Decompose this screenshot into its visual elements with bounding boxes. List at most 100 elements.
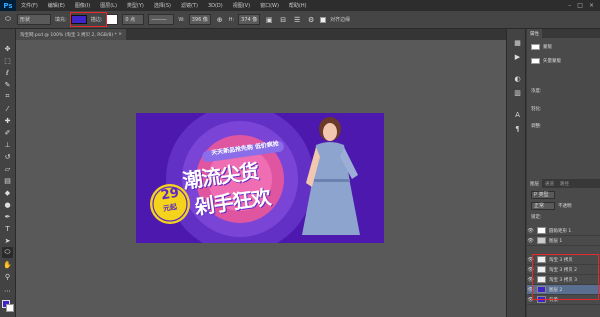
tab-paths[interactable]: 路径 [557,179,572,188]
path-alignment-icon[interactable]: ⊟ [278,15,288,25]
brush-tool-icon[interactable]: ✐ [2,127,13,138]
move-tool-icon[interactable]: ✥ [2,43,13,54]
stroke-type-select[interactable]: ――― [148,14,175,25]
healing-brush-tool-icon[interactable]: ✚ [2,115,13,126]
document-tab[interactable]: 淘宝网.psd @ 100% (淘宝 3 拷贝 2, RGB/8) * × [16,29,127,40]
refine-label: 调整: [531,124,542,129]
eraser-tool-icon[interactable]: ▱ [2,163,13,174]
layer-thumbnail [537,237,546,244]
swatches-panel-icon[interactable]: ▥ [512,87,523,98]
width-field[interactable]: 396 像 [188,14,211,25]
menu-bar: Ps 文件(F) 编辑(E) 图像(I) 图层(L) 类型(Y) 选择(S) 滤… [0,0,600,11]
model-face [323,123,337,141]
blend-mode-select[interactable]: 正常 [531,201,555,210]
width-label: W: [178,16,185,23]
tab-properties[interactable]: 属性 [527,29,542,38]
eye-icon[interactable]: 👁 [527,228,534,234]
menu-file[interactable]: 文件(F) [16,2,43,9]
eye-icon[interactable]: 👁 [527,238,534,244]
lock-label: 锁定: [531,214,542,220]
menu-layer[interactable]: 图层(L) [95,2,122,9]
ellipse-tool-icon[interactable]: ⬭ [3,15,13,25]
vector-mask-row[interactable]: 矢量蒙版 [527,54,600,68]
eyedropper-tool-icon[interactable]: ⁄ [2,103,13,114]
shape-mode-select[interactable]: 形状 [17,14,51,25]
layer-name: 圆角矩形 1 [549,228,572,234]
menu-filter[interactable]: 滤镜(T) [176,2,203,9]
stamp-tool-icon[interactable]: ⊥ [2,139,13,150]
history-brush-tool-icon[interactable]: ↺ [2,151,13,162]
stroke-width-field[interactable]: 0 点 [122,14,145,25]
minimize-button[interactable]: – [568,2,571,9]
panel-icon-bar: ▦ ▶ ◐ ▥ A ¶ [506,29,526,317]
more-tools-icon[interactable]: ⋯ [2,285,13,296]
quick-select-tool-icon[interactable]: ✎ [2,79,13,90]
background-color-swatch[interactable] [6,304,14,312]
opacity-label: 不透明 [558,203,572,209]
blur-tool-icon[interactable]: ◆ [2,187,13,198]
gradient-tool-icon[interactable]: ▤ [2,175,13,186]
layer-row[interactable]: 👁 圆角矩形 1 [527,226,600,236]
menu-3d[interactable]: 3D(D) [203,3,228,9]
path-operations-icon[interactable]: ▣ [264,15,274,25]
path-arrangement-icon[interactable]: ☰ [292,15,302,25]
menu-window[interactable]: 窗口(W) [255,2,284,9]
layer-row[interactable]: 👁 图层 1 [527,236,600,246]
fill-label: 填充: [55,17,67,23]
crop-tool-icon[interactable]: ⌗ [2,91,13,102]
document-tab-bar: 淘宝网.psd @ 100% (淘宝 3 拷贝 2, RGB/8) * × [16,29,506,40]
fill-highlight-box [70,12,107,27]
ellipse-shape-tool-icon[interactable]: ⬭ [2,247,13,258]
layers-highlight-box [532,254,599,300]
align-edges-label: 对齐边缘 [330,17,351,23]
height-label: H: [228,16,235,23]
mask-thumbnail [531,44,540,50]
blend-row: 正常 不透明 [527,201,600,210]
mask-label: 蒙版 [543,45,552,50]
document-tab-label: 淘宝网.psd @ 100% (淘宝 3 拷贝 2, RGB/8) * [20,32,117,38]
hand-tool-icon[interactable]: ✋ [2,259,13,270]
maximize-button[interactable]: □ [577,2,583,9]
settings-gear-icon[interactable]: ⚙ [306,15,316,25]
menu-edit[interactable]: 编辑(E) [43,2,70,9]
layer-name: 图层 1 [549,238,563,244]
banner-artwork[interactable]: 天天新品抢先购 低价疯抢 潮流尖货 剁手狂欢 29 元起 [136,113,384,243]
pen-tool-icon[interactable]: ✒ [2,211,13,222]
stroke-color-swatch[interactable] [106,14,119,25]
properties-panel-header: 属性 [527,29,600,38]
lasso-tool-icon[interactable]: ℓ [2,67,13,78]
density-label: 浓度: [531,89,542,94]
vector-mask-label: 矢量蒙版 [543,59,561,64]
paragraph-panel-icon[interactable]: ¶ [512,123,523,134]
history-panel-icon[interactable]: ▦ [512,37,523,48]
menu-select[interactable]: 选择(S) [149,2,176,9]
menu-view[interactable]: 视图(V) [228,2,255,9]
tab-layers[interactable]: 图层 [527,179,542,188]
align-edges-checkbox[interactable] [320,16,327,23]
path-select-tool-icon[interactable]: ➤ [2,235,13,246]
type-tool-icon[interactable]: T [2,223,13,234]
feather-row[interactable]: 羽化: [527,100,600,118]
feather-label: 羽化: [531,107,542,112]
link-icon[interactable]: ⊕ [215,15,225,25]
actions-panel-icon[interactable]: ▶ [512,51,523,62]
close-button[interactable]: × [589,2,594,9]
layer-kind-select[interactable]: P 类型 [531,190,555,199]
refine-row[interactable]: 调整: [527,118,600,134]
layer-filter-row: P 类型 [527,190,600,199]
mask-row[interactable]: 蒙版 [527,40,600,54]
marquee-tool-icon[interactable]: ⬚ [2,55,13,66]
density-row[interactable]: 浓度: [527,82,600,100]
menu-type[interactable]: 类型(Y) [122,2,149,9]
height-field[interactable]: 374 像 [238,14,261,25]
menu-help[interactable]: 帮助(H) [284,2,312,9]
tab-channels[interactable]: 通道 [542,179,557,188]
lock-row: 锁定: [527,212,600,221]
vector-mask-thumbnail [531,58,540,64]
close-tab-icon[interactable]: × [118,32,122,37]
zoom-tool-icon[interactable]: ⚲ [2,271,13,282]
character-panel-icon[interactable]: A [512,109,523,120]
color-panel-icon[interactable]: ◐ [512,73,523,84]
dodge-tool-icon[interactable]: ● [2,199,13,210]
menu-image[interactable]: 图像(I) [70,2,95,9]
